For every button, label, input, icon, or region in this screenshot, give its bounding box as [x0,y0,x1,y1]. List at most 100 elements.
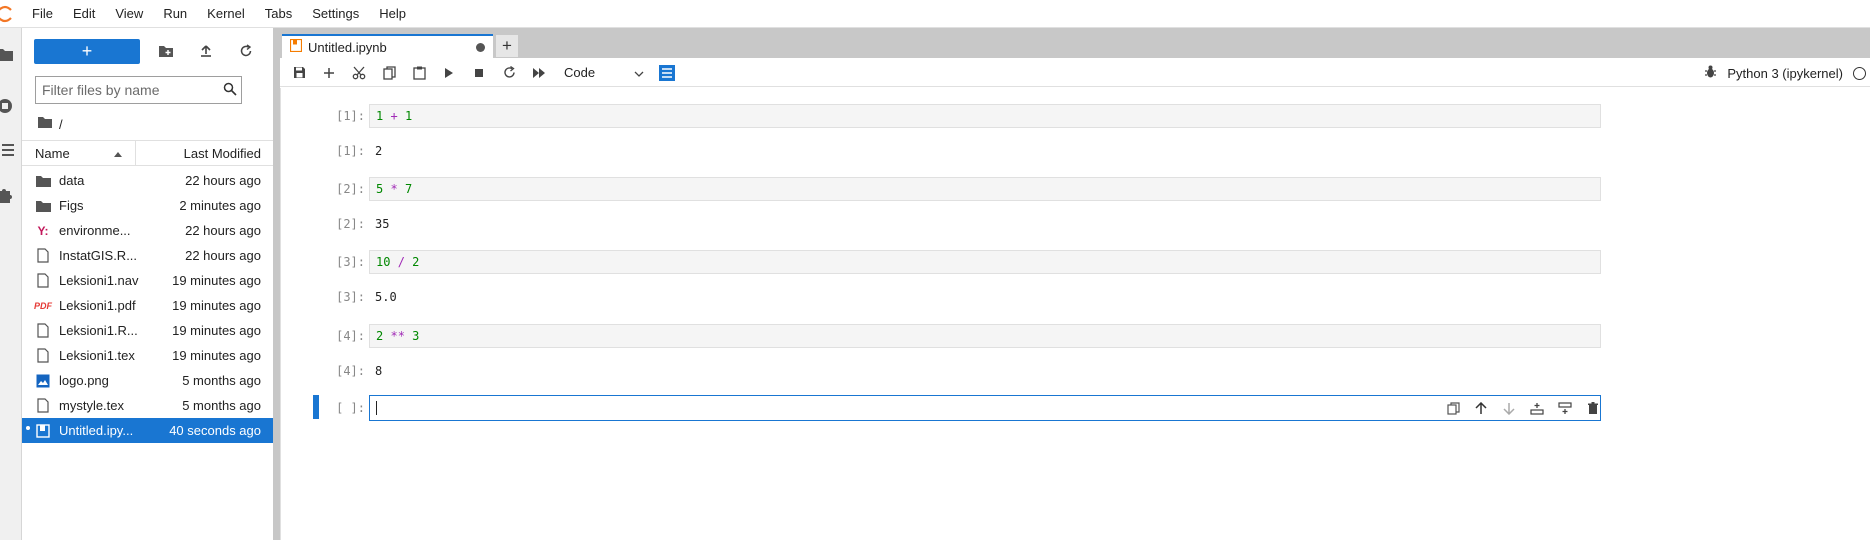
cell-input[interactable]: 10 / 2 [369,250,1601,274]
interrupt-icon[interactable] [464,61,494,85]
extension-manager-icon[interactable] [0,182,22,206]
delete-cell-icon[interactable] [1583,398,1603,418]
new-launcher-button[interactable]: + [34,38,140,64]
notebook-toolbar: Code Python 3 (ipykernel) [280,59,1870,87]
folder-icon [35,173,51,189]
cut-icon[interactable] [344,61,374,85]
refresh-icon[interactable] [232,39,260,64]
running-sessions-icon[interactable] [0,94,22,118]
menu-tabs[interactable]: Tabs [255,0,302,28]
menu-run[interactable]: Run [153,0,197,28]
column-name-header[interactable]: Name [22,141,136,165]
list-item[interactable]: logo.png 5 months ago [22,368,273,393]
code-token: 2 [412,255,420,269]
menu-settings[interactable]: Settings [302,0,369,28]
code-token: 2 [376,329,384,343]
property-inspector-icon[interactable] [652,61,682,85]
code-token: 1 [376,109,384,123]
cell-output: 5.0 [375,290,397,304]
column-name-label: Name [35,145,70,161]
list-item[interactable]: Leksioni1.R... 19 minutes ago [22,318,273,343]
list-item[interactable]: InstatGIS.R... 22 hours ago [22,243,273,268]
cell-type-value: Code [564,65,596,80]
new-folder-icon[interactable] [152,39,180,64]
kernel-name[interactable]: Python 3 (ipykernel) [1727,66,1843,81]
list-item[interactable]: PDF Leksioni1.pdf 19 minutes ago [22,293,273,318]
pdf-icon: PDF [34,300,52,311]
table-of-contents-icon[interactable] [0,138,22,162]
cell-output: 35 [375,217,390,231]
list-item[interactable]: Leksioni1.nav 19 minutes ago [22,268,273,293]
output-prompt: [2]: [336,217,365,231]
list-item-selected[interactable]: Untitled.ipy... 40 seconds ago [22,418,273,443]
file-name: Figs [59,198,84,213]
restart-run-all-icon[interactable] [524,61,554,85]
list-item[interactable]: Leksioni1.tex 19 minutes ago [22,343,273,368]
home-folder-icon[interactable] [37,116,53,132]
run-icon[interactable] [434,61,464,85]
debugger-icon[interactable] [1704,65,1717,82]
output-prompt: [4]: [336,364,365,378]
move-up-icon[interactable] [1471,398,1491,418]
file-name: Leksioni1.tex [59,348,135,363]
panel-splitter[interactable] [273,28,280,540]
breadcrumb-root[interactable]: / [59,117,63,132]
file-filter-input[interactable] [42,82,223,98]
list-item[interactable]: mystyle.tex 5 months ago [22,393,273,418]
menu-kernel[interactable]: Kernel [197,0,255,28]
search-icon [223,82,237,99]
file-modified: 19 minutes ago [172,273,261,288]
insert-below-icon[interactable] [1555,398,1575,418]
menu-file[interactable]: File [22,0,63,28]
file-modified: 19 minutes ago [172,298,261,313]
yaml-icon: Y: [37,223,49,238]
paste-icon[interactable] [404,61,434,85]
menu-help[interactable]: Help [369,0,416,28]
list-item[interactable]: data 22 hours ago [22,168,273,193]
file-name: Leksioni1.pdf [59,298,136,313]
menu-edit[interactable]: Edit [63,0,105,28]
cell-input[interactable]: 1 + 1 [369,104,1601,128]
folder-icon[interactable] [0,42,22,66]
add-tab-button[interactable]: + [496,35,518,57]
cell-input-editor[interactable] [369,395,1601,421]
file-modified: 22 hours ago [185,173,261,188]
code-token: 3 [412,329,420,343]
input-prompt: [2]: [336,182,365,196]
list-item[interactable]: Y: environme... 22 hours ago [22,218,273,243]
file-modified: 22 hours ago [185,248,261,263]
file-modified: 22 hours ago [185,223,261,238]
cell-input[interactable]: 5 * 7 [369,177,1601,201]
cell-type-select[interactable]: Code [564,65,644,80]
duplicate-cell-icon[interactable] [1443,398,1463,418]
code-token: ** [390,329,405,343]
file-name: InstatGIS.R... [59,248,138,263]
column-modified-header[interactable]: Last Modified [136,146,273,161]
save-icon[interactable] [284,61,314,85]
menubar: File Edit View Run Kernel Tabs Settings … [0,0,1870,28]
file-modified: 5 months ago [182,398,261,413]
restart-icon[interactable] [494,61,524,85]
copy-icon[interactable] [374,61,404,85]
tab-bar: Untitled.ipynb + [280,28,1870,58]
code-token: * [390,182,398,196]
insert-above-icon[interactable] [1527,398,1547,418]
breadcrumb: / [37,114,63,134]
upload-icon[interactable] [192,39,220,64]
file-name: mystyle.tex [59,398,125,413]
file-icon [35,273,51,289]
output-prompt: [3]: [336,290,365,304]
code-token: / [397,255,405,269]
insert-cell-icon[interactable] [314,61,344,85]
file-name: data [59,173,85,188]
tab-untitled-notebook[interactable]: Untitled.ipynb [282,34,493,58]
unsaved-indicator-icon[interactable] [476,42,485,52]
menu-view[interactable]: View [105,0,153,28]
list-item[interactable]: Figs 2 minutes ago [22,193,273,218]
file-icon [35,348,51,364]
cell-input[interactable]: 2 ** 3 [369,324,1601,348]
file-browser: + / Name [22,28,273,540]
move-down-icon[interactable] [1499,398,1519,418]
file-browser-toolbar: + [34,38,260,64]
input-prompt: [1]: [336,109,365,123]
